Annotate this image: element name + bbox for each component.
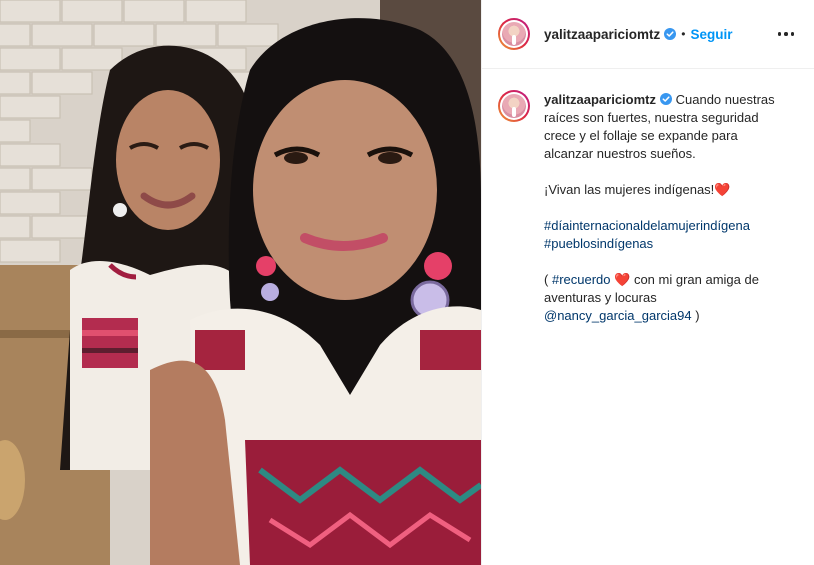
separator-dot: •	[681, 27, 686, 41]
selfie-photo	[0, 0, 481, 565]
post-photo[interactable]	[0, 0, 481, 565]
caption-avatar[interactable]	[498, 90, 530, 122]
mention-link[interactable]: @nancy_garcia_garcia94	[544, 308, 692, 323]
follow-button[interactable]: Seguir	[691, 27, 733, 42]
post-header: yalitzaapariciomtz • Seguir	[482, 0, 814, 69]
caption-block: yalitzaapariciomtz Cuando nuestras raíce…	[482, 69, 814, 325]
caption-text: yalitzaapariciomtz Cuando nuestras raíce…	[544, 91, 784, 325]
heart-emoji-icon: ❤️	[614, 272, 631, 287]
hashtag-link[interactable]: #recuerdo	[552, 272, 611, 287]
more-options-icon[interactable]	[774, 28, 799, 40]
hashtag-link[interactable]: #díainternacionaldelamujerindígena	[544, 218, 750, 233]
paren-open: (	[544, 272, 549, 287]
author-avatar[interactable]	[498, 18, 530, 50]
hashtag-link[interactable]: #pueblosindígenas	[544, 236, 653, 251]
verified-badge-icon	[664, 28, 677, 40]
post-side-panel: yalitzaapariciomtz • Seguir yalitzaapari…	[481, 0, 814, 565]
verified-badge-icon	[660, 93, 672, 105]
heart-emoji-icon: ❤️	[714, 182, 731, 197]
caption-username[interactable]: yalitzaapariciomtz	[544, 92, 656, 107]
instagram-post: yalitzaapariciomtz • Seguir yalitzaapari…	[0, 0, 814, 565]
author-username[interactable]: yalitzaapariciomtz	[544, 27, 660, 42]
paren-close: )	[695, 308, 700, 323]
caption-line2: ¡Vivan las mujeres indígenas!	[544, 182, 715, 197]
